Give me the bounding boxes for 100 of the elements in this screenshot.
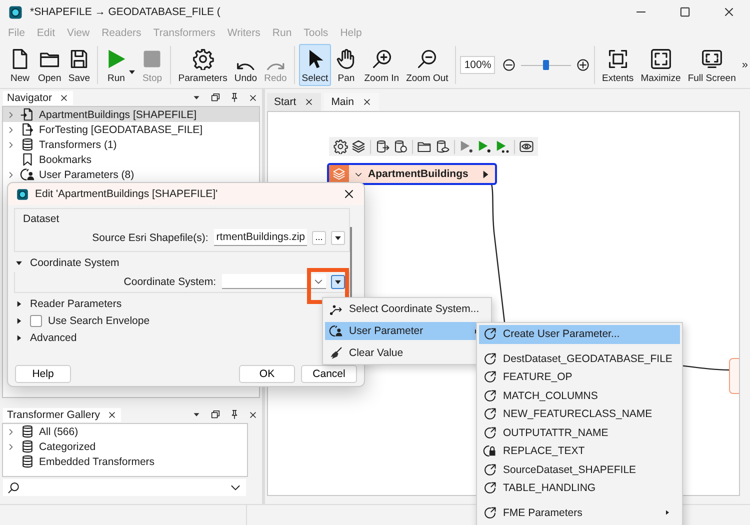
tree-item[interactable]: ForTesting [GEODATABASE_FILE] [3,122,259,137]
toolbar-button[interactable]: Select [298,44,332,86]
layers-icon[interactable] [351,139,366,154]
database-arrow-icon[interactable] [375,139,390,154]
tree-item[interactable]: Bookmarks [3,152,259,167]
help-button[interactable]: Help [15,365,71,383]
gear-lock-icon [483,444,497,458]
gear-arrow-icon [483,352,497,366]
dropdown-button[interactable] [331,230,345,244]
user-gear-icon [329,324,343,338]
zoom-field[interactable]: 100% [460,56,496,74]
gear-icon[interactable] [333,139,348,154]
toolbar-button[interactable]: Maximize [638,44,684,86]
database-icon [20,137,35,152]
minus-icon[interactable] [502,58,516,72]
bookmark-icon [20,152,35,167]
checkbox[interactable] [30,314,42,326]
window-title: *SHAPEFILE → GEODATABASE_FILE ( [30,6,220,18]
maximize-icon[interactable] [678,5,692,19]
close-icon[interactable] [248,410,258,420]
menu-item[interactable]: DestDataset_GEODATABASE_FILE [479,350,680,368]
overflow-button[interactable]: » [742,59,748,71]
reader-node[interactable]: ApartmentBuildings [327,163,498,185]
pin-icon[interactable] [229,409,240,420]
close-icon[interactable] [106,410,117,420]
toolbar-button[interactable]: Run [102,44,130,86]
toolbar-button[interactable]: Save [65,44,94,86]
file-field[interactable]: rtmentBuildings.zip [214,229,307,246]
plus-icon[interactable] [576,58,590,72]
dropdown-button[interactable] [331,274,345,288]
toolbar-button[interactable]: Parameters [175,44,230,86]
browse-button[interactable]: ... [312,230,326,244]
float-icon[interactable] [210,409,221,420]
panel-tab[interactable]: Navigator [3,90,73,104]
close-icon[interactable] [304,97,314,107]
menu-item[interactable]: NEW_FEATURECLASS_NAME [479,405,680,424]
database-icon [20,439,35,454]
database-gear-icon[interactable] [393,139,408,154]
toolbar-button[interactable]: Full Screen [684,44,739,86]
cancel-button[interactable]: Cancel [301,365,357,383]
search-field[interactable] [3,479,246,496]
close-icon[interactable] [722,5,736,19]
close-icon[interactable] [58,92,69,102]
panel-tab[interactable]: Transformer Gallery [3,408,121,422]
maximize-view-icon [650,48,672,70]
gear-arrow-icon [483,462,497,477]
search-icon [7,480,21,494]
play-dot-icon[interactable] [459,139,474,154]
close-icon[interactable] [342,187,356,201]
float-icon[interactable] [210,92,221,103]
gear-arrow-icon [483,407,497,422]
toolbar-button[interactable]: Zoom Out [403,44,452,86]
app-logo-icon [8,4,23,20]
combo-field[interactable] [222,274,326,289]
zoom-out-icon [416,48,438,70]
toolbar-button[interactable]: Undo [231,44,260,86]
toolbar-button[interactable]: Open [35,44,64,86]
tree-item[interactable]: Embedded Transformers [3,454,247,469]
eye-icon[interactable] [519,139,534,154]
toolbar-button[interactable]: Zoom In [361,44,402,86]
canvas-tab[interactable]: Main [324,93,379,111]
group-title: Dataset [23,213,60,225]
menu-item[interactable]: OUTPUTATTR_NAME [479,424,680,442]
app-logo-icon [16,188,29,200]
section-header[interactable]: Coordinate System [14,254,350,272]
play-dots-icon[interactable] [495,139,510,154]
menu-item[interactable]: Select Coordinate System... [325,300,489,318]
tree-item[interactable]: User Parameters (8) [3,167,259,182]
menu-item[interactable]: TABLE_HANDLING [479,479,680,498]
tree-item[interactable]: Categorized [3,439,247,454]
tree-item[interactable]: Transformers (1) [3,137,259,152]
database-eye-icon[interactable] [435,139,450,154]
menu-item[interactable]: FEATURE_OP [479,368,680,386]
pin-icon[interactable] [229,92,240,103]
ok-button[interactable]: OK [239,365,295,383]
toolbar-button[interactable]: New [6,44,34,86]
file-arrow-icon [20,107,35,122]
tree-item[interactable]: All (566) [3,424,247,439]
toolbar-button[interactable]: Extents [599,44,637,86]
stop-icon [141,48,164,70]
menu-item[interactable]: Create User Parameter... [479,325,680,344]
close-icon[interactable] [248,92,258,102]
menu-item[interactable]: REPLACE_TEXT [479,442,680,460]
gear-arrow-icon [483,426,497,440]
folder-icon[interactable] [417,139,432,154]
database-icon [20,454,35,469]
close-icon[interactable] [362,97,372,107]
menu-item[interactable]: SourceDataset_SHAPEFILE [479,460,680,479]
menu-item[interactable]: MATCH_COLUMNS [479,386,680,405]
gear-arrow-icon [483,481,497,496]
undo-icon [236,62,256,70]
toolbar-button[interactable]: Pan [332,44,360,86]
full-screen-icon [700,48,723,70]
zoom-in-icon [370,48,393,70]
play-dot-icon[interactable] [477,139,492,154]
tree-item[interactable]: ApartmentBuildings [SHAPEFILE] [3,107,259,122]
layers-icon [332,167,346,181]
menu-item[interactable]: FME Parameters [479,504,680,522]
zoom-slider[interactable] [521,58,571,72]
canvas-tab[interactable]: Start [267,93,322,111]
